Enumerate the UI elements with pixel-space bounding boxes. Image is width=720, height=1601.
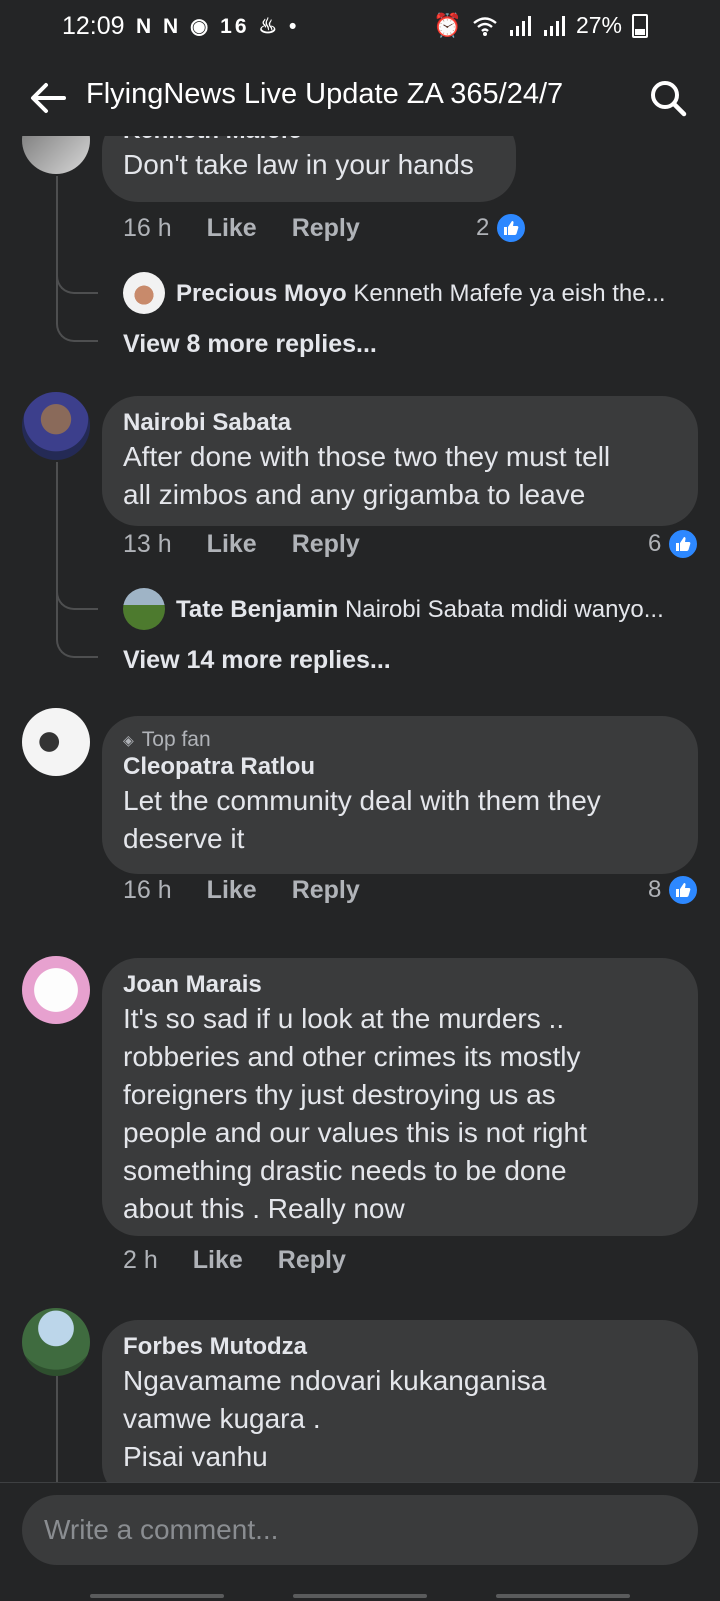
battery-icon (632, 13, 648, 38)
top-app-bar: FlyingNews Live Update ZA 365/24/7 (0, 66, 720, 130)
thread-line (56, 462, 58, 632)
comment-text: Let the community deal with them they de… (123, 785, 601, 854)
status-right: ⏰ 27% (433, 12, 648, 39)
search-icon[interactable] (648, 78, 688, 118)
reaction-number: 2 (476, 214, 490, 241)
page-title: FlyingNews Live Update ZA 365/24/7 (86, 78, 564, 110)
comment-actions: 16 h Like Reply (123, 214, 360, 243)
avatar[interactable] (22, 1308, 90, 1376)
battery-percent: 27% (575, 12, 622, 38)
reply-button[interactable]: Reply (292, 530, 360, 559)
nav-indicator (293, 1594, 427, 1598)
thread-branch (56, 620, 98, 658)
comment-bubble[interactable]: ◈ Top fan Cleopatra Ratlou Let the commu… (102, 716, 698, 874)
comment-text: Ngavamame ndovari kukanganisa vamwe kuga… (123, 1365, 547, 1472)
avatar[interactable] (22, 136, 90, 174)
alarm-icon: ⏰ (433, 12, 462, 38)
like-button[interactable]: Like (207, 214, 257, 243)
view-more-replies[interactable]: View 8 more replies... (123, 330, 377, 359)
reply-avatar[interactable] (123, 272, 165, 314)
reply-preview[interactable]: Tate Benjamin Nairobi Sabata mdidi wanyo… (176, 596, 696, 624)
thread-line (56, 1376, 58, 1482)
diamond-icon: ◈ (123, 732, 134, 748)
comment-text: It's so sad if u look at the murders .. … (123, 1003, 587, 1224)
thread-line (56, 176, 58, 316)
avatar[interactable] (22, 392, 90, 460)
reply-text: Kenneth Mafefe ya eish the... (353, 280, 666, 307)
comment-author[interactable]: Forbes Mutodza (123, 1332, 678, 1362)
thread-branch (56, 256, 98, 294)
reaction-number: 6 (648, 530, 662, 557)
comment-time[interactable]: 2 h (123, 1246, 158, 1275)
thread-branch (56, 304, 98, 342)
reply-avatar[interactable] (123, 588, 165, 630)
reply-author: Tate Benjamin (176, 596, 339, 623)
signal-icon-2 (543, 15, 565, 36)
comment-actions: 2 h Like Reply (123, 1246, 346, 1275)
nav-indicator (90, 1594, 224, 1598)
reaction-count[interactable]: 6 (648, 528, 700, 560)
comment-author[interactable]: Kenneth Mafefe (123, 136, 496, 146)
like-button[interactable]: Like (207, 530, 257, 559)
reply-preview[interactable]: Precious Moyo Kenneth Mafefe ya eish the… (176, 280, 696, 308)
view-more-replies[interactable]: View 14 more replies... (123, 646, 391, 675)
comment-bubble[interactable]: Kenneth Mafefe Don't take law in your ha… (102, 136, 516, 202)
comment-text: Don't take law in your hands (123, 149, 474, 180)
reply-text: Nairobi Sabata mdidi wanyo... (344, 596, 664, 623)
wifi-icon (473, 16, 497, 36)
thumbs-up-icon (667, 528, 700, 560)
reply-button[interactable]: Reply (278, 1246, 346, 1275)
comment-input[interactable] (22, 1495, 698, 1565)
status-time: 12:09 (62, 12, 125, 40)
reaction-count[interactable]: 2 (476, 212, 528, 244)
nav-indicator (496, 1594, 630, 1598)
notification-icons: N N ◉ 16 ♨ • (136, 15, 300, 38)
comment-author[interactable]: Joan Marais (123, 970, 678, 1000)
comment-actions: 16 h Like Reply (123, 876, 360, 905)
comment-author[interactable]: Nairobi Sabata (123, 408, 678, 438)
like-button[interactable]: Like (193, 1246, 243, 1275)
thumbs-up-icon (495, 212, 528, 244)
comment-bubble[interactable]: Joan Marais It's so sad if u look at the… (102, 958, 698, 1236)
like-button[interactable]: Like (207, 876, 257, 905)
reaction-number: 8 (648, 876, 662, 903)
thread-branch (56, 572, 98, 610)
back-arrow-icon[interactable] (26, 76, 70, 120)
comment-time[interactable]: 13 h (123, 530, 172, 559)
reply-button[interactable]: Reply (292, 214, 360, 243)
comment-feed[interactable]: Kenneth Mafefe Don't take law in your ha… (0, 136, 720, 1482)
reaction-count[interactable]: 8 (648, 874, 700, 906)
avatar[interactable] (22, 956, 90, 1024)
reply-author: Precious Moyo (176, 280, 347, 307)
status-bar: 12:09 N N ◉ 16 ♨ • ⏰ 27% (0, 0, 720, 56)
comment-bubble[interactable]: Forbes Mutodza Ngavamame ndovari kukanga… (102, 1320, 698, 1482)
reply-button[interactable]: Reply (292, 876, 360, 905)
signal-icon (509, 15, 531, 36)
thumbs-up-icon (667, 874, 700, 906)
comment-bubble[interactable]: Nairobi Sabata After done with those two… (102, 396, 698, 526)
comment-time[interactable]: 16 h (123, 214, 172, 243)
comment-time[interactable]: 16 h (123, 876, 172, 905)
comment-author[interactable]: Cleopatra Ratlou (123, 752, 678, 782)
avatar[interactable] (22, 708, 90, 776)
top-fan-badge: ◈ Top fan (123, 728, 678, 752)
comment-actions: 13 h Like Reply (123, 530, 360, 559)
comment-text: After done with those two they must tell… (123, 441, 611, 510)
comment-composer (0, 1482, 720, 1601)
badge-label: Top fan (141, 728, 211, 751)
